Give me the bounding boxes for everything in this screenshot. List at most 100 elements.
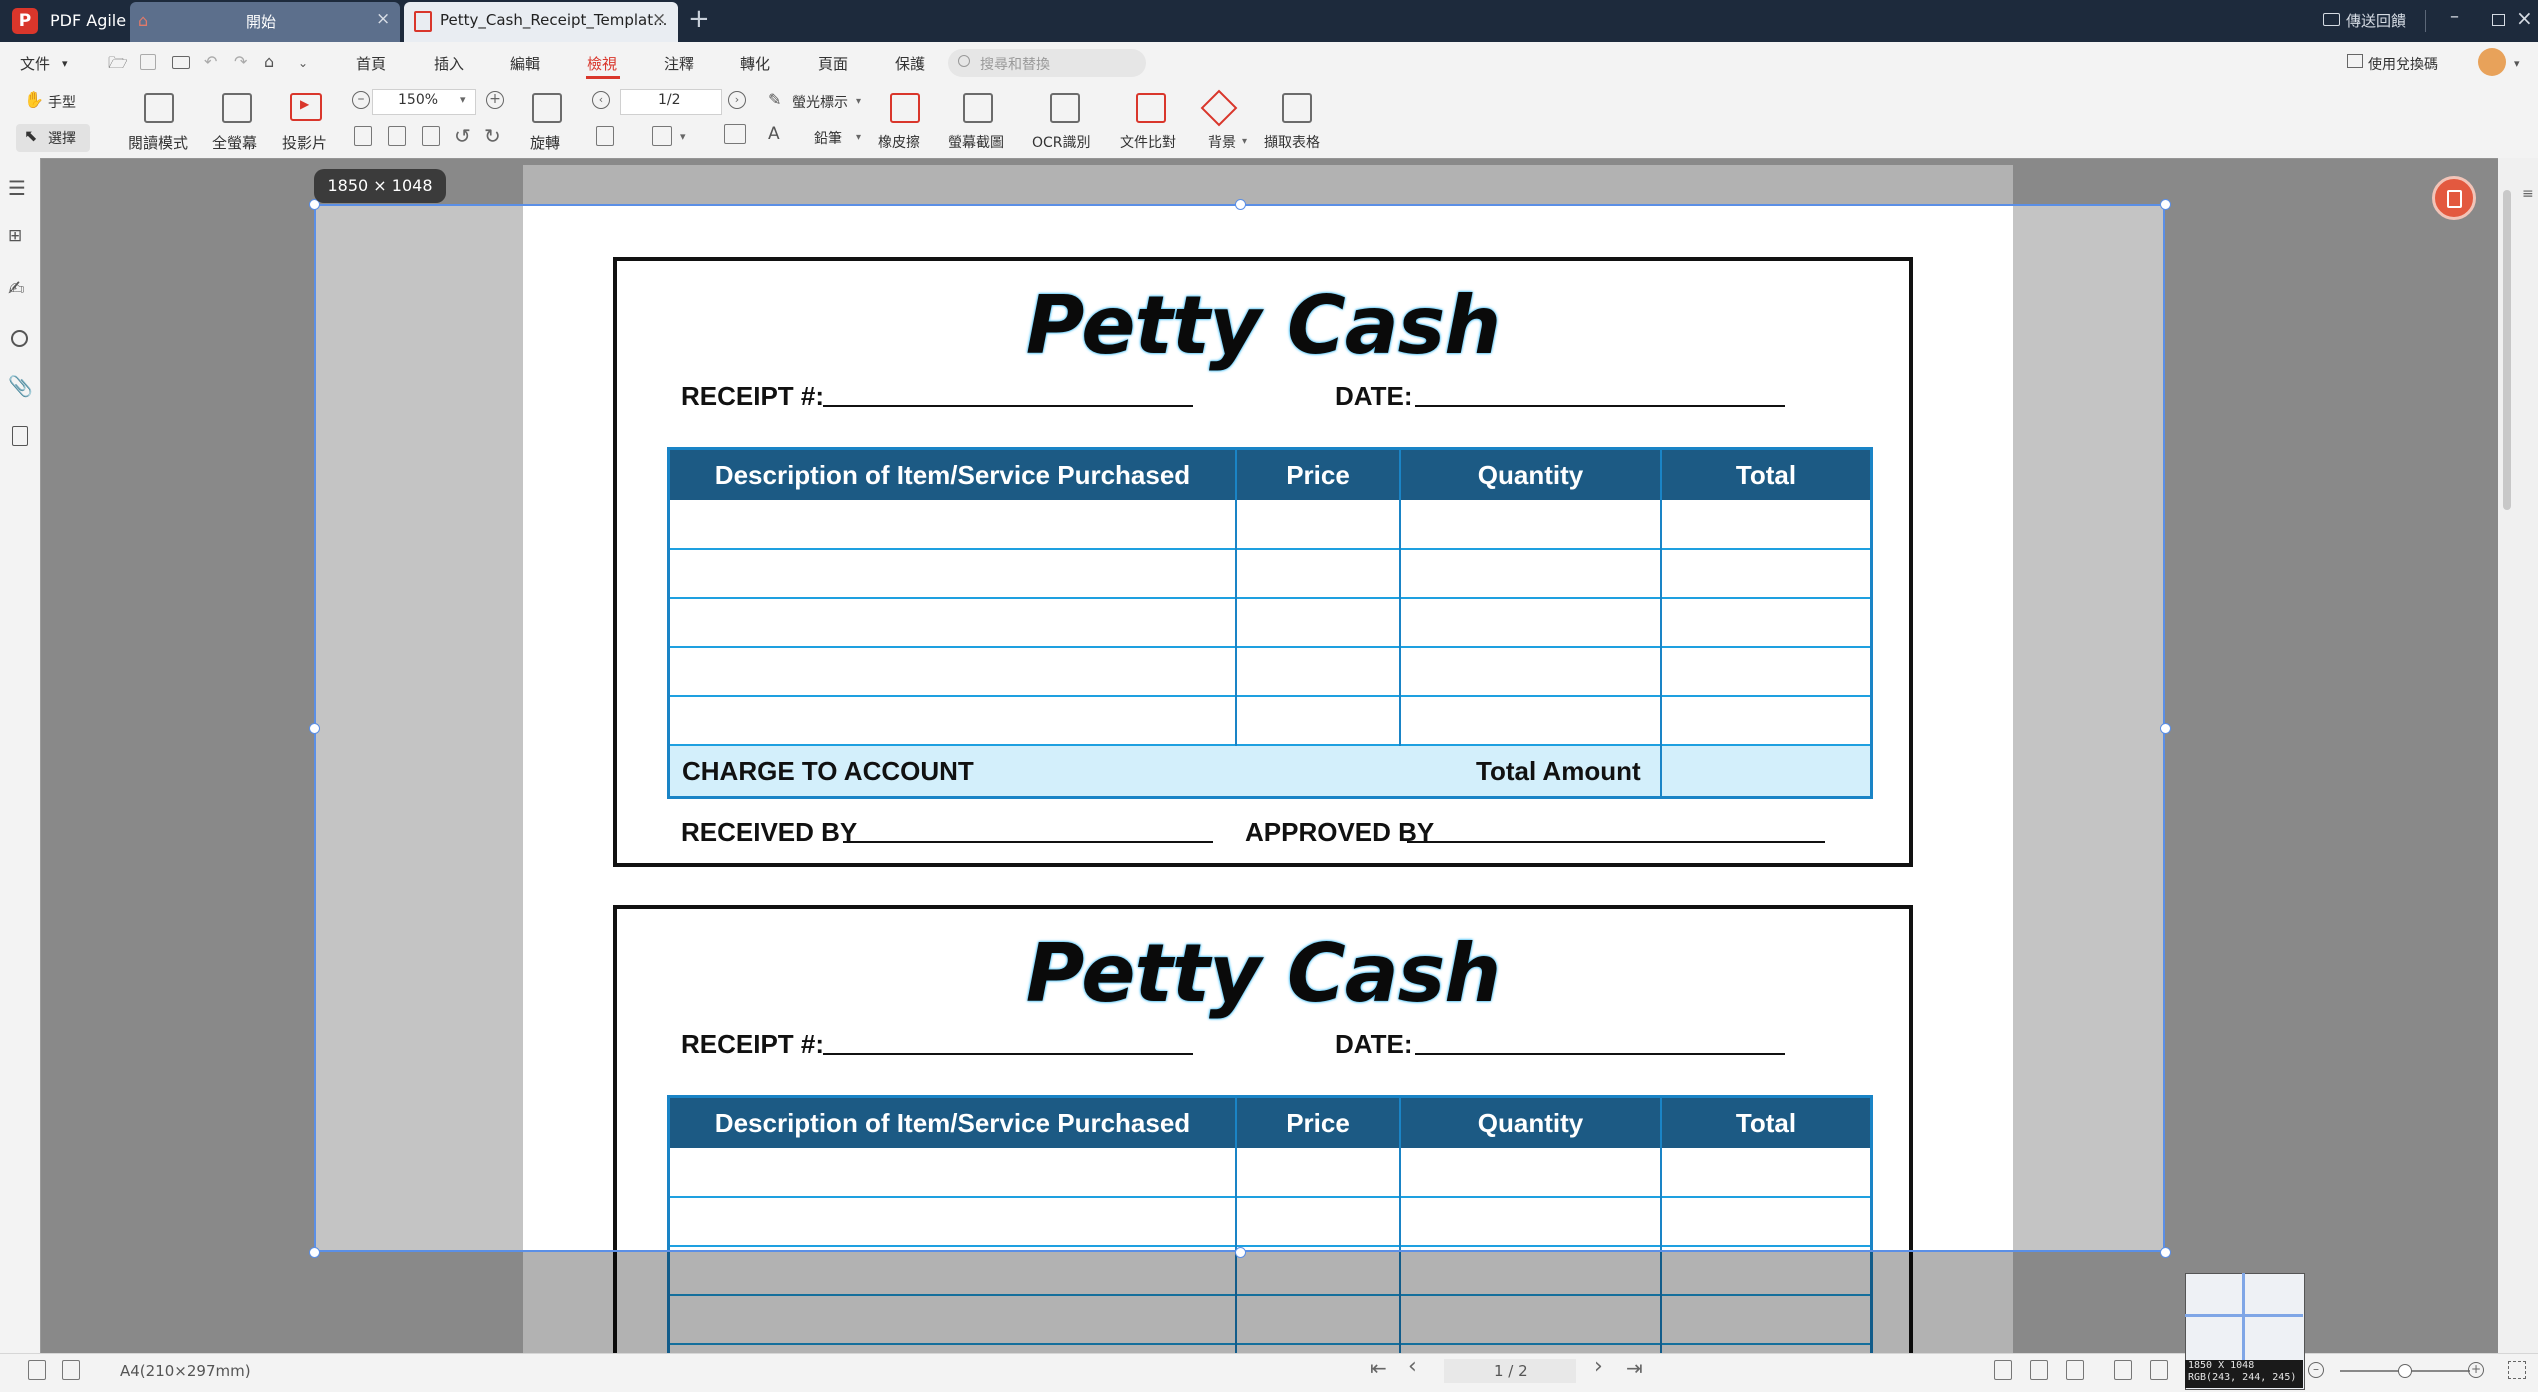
single-page-icon[interactable] (354, 126, 372, 146)
rotate-right-icon[interactable]: ↻ (484, 124, 501, 148)
restore-icon[interactable] (2492, 14, 2505, 26)
menu-convert[interactable]: 轉化 (740, 53, 770, 74)
zoom-slider-thumb[interactable] (2398, 1364, 2412, 1378)
tab-document-close-icon[interactable]: × (652, 9, 666, 29)
view-mode-4-icon[interactable] (2114, 1360, 2132, 1380)
zoom-in-icon[interactable]: + (486, 91, 504, 109)
page-panel-icon[interactable] (28, 1360, 46, 1380)
bookmark-panel-icon[interactable] (62, 1360, 80, 1380)
double-page-icon[interactable] (388, 126, 406, 146)
resize-handle-top[interactable] (1235, 199, 1246, 210)
view-mode-1-icon[interactable] (1994, 1360, 2012, 1380)
first-page-icon[interactable]: ⇤ (1370, 1356, 1387, 1380)
last-page-icon[interactable]: ⇥ (1626, 1356, 1643, 1380)
prev-page-status-icon[interactable]: ‹ (1408, 1354, 1417, 1379)
text-tool-icon[interactable]: A (768, 124, 780, 144)
fit-screen-icon[interactable] (2508, 1361, 2526, 1379)
fullscreen-icon[interactable] (222, 93, 252, 123)
print-icon[interactable] (172, 56, 190, 69)
redo-icon[interactable]: ↷ (234, 52, 247, 71)
continuous-page-icon[interactable] (422, 126, 440, 146)
hand-tool-icon[interactable]: ✋ (24, 90, 44, 109)
menu-protect[interactable]: 保護 (895, 53, 925, 74)
menu-page[interactable]: 頁面 (818, 53, 848, 74)
fullscreen-label[interactable]: 全螢幕 (212, 132, 257, 153)
signature-icon[interactable]: ✍ (8, 276, 25, 300)
background-chevron-icon[interactable]: ▾ (1242, 136, 1247, 147)
menu-home[interactable]: 首頁 (356, 53, 386, 74)
home-nav-icon[interactable]: ⌂ (264, 52, 274, 71)
resize-handle-bottom[interactable] (1235, 1247, 1246, 1258)
page-thumb-icon[interactable] (596, 126, 614, 146)
eraser-icon[interactable] (890, 93, 920, 123)
ocr-icon[interactable] (1050, 93, 1080, 123)
zoom-chevron-icon[interactable]: ▾ (460, 93, 466, 106)
menu-edit[interactable]: 編輯 (510, 53, 540, 74)
thumbnails-icon[interactable]: ⊞ (8, 226, 22, 246)
resize-handle-top-right[interactable] (2160, 199, 2171, 210)
rotate-label[interactable]: 旋轉 (530, 132, 560, 153)
resize-handle-bottom-right[interactable] (2160, 1247, 2171, 1258)
redeem-icon[interactable] (2347, 54, 2363, 68)
document-info-icon[interactable] (12, 426, 28, 446)
rotate-icon[interactable] (532, 93, 562, 123)
resize-handle-bottom-left[interactable] (309, 1247, 320, 1258)
prev-page-icon[interactable]: ‹ (592, 91, 610, 109)
highlight-icon[interactable]: ✎ (768, 90, 781, 109)
chevron-down-icon[interactable]: ▾ (62, 57, 68, 70)
menu-annotate[interactable]: 注釋 (664, 53, 694, 74)
background-label[interactable]: 背景 (1208, 132, 1236, 152)
minimize-icon[interactable]: – (2450, 6, 2459, 27)
extract-table-icon[interactable] (1282, 93, 1312, 123)
capture-selection-area[interactable] (314, 204, 2165, 1252)
redeem-link[interactable]: 使用兌換碼 (2368, 54, 2438, 74)
highlight-label[interactable]: 螢光標示 (792, 92, 848, 112)
screenshot-label[interactable]: 螢幕截圖 (948, 132, 1004, 152)
resize-handle-right[interactable] (2160, 723, 2171, 734)
screenshot-icon[interactable] (963, 93, 993, 123)
resize-handle-left[interactable] (309, 723, 320, 734)
read-mode-label[interactable]: 閱讀模式 (128, 132, 188, 153)
open-folder-icon[interactable]: 🗁 (108, 52, 128, 79)
eraser-label[interactable]: 橡皮擦 (878, 132, 920, 152)
next-page-status-icon[interactable]: › (1594, 1354, 1603, 1379)
feedback-link[interactable]: 傳送回饋 (2346, 10, 2406, 31)
hand-tool-label[interactable]: 手型 (48, 92, 76, 112)
new-tab-icon[interactable]: + (688, 4, 710, 34)
layout-chevron-icon[interactable]: ▾ (680, 130, 686, 143)
status-zoom-in-icon[interactable]: + (2468, 1362, 2484, 1378)
scrollbar-thumb[interactable] (2503, 190, 2511, 510)
tab-start-close-icon[interactable]: × (376, 9, 390, 29)
pencil-chevron-icon[interactable]: ▾ (856, 132, 861, 143)
attachment-icon[interactable]: 📎 (8, 374, 33, 398)
undo-icon[interactable]: ↶ (204, 52, 217, 71)
sidebar-search-icon[interactable] (11, 330, 28, 347)
split-view-icon[interactable] (724, 124, 746, 144)
status-zoom-out-icon[interactable]: – (2308, 1362, 2324, 1378)
extract-table-label[interactable]: 擷取表格 (1264, 132, 1320, 152)
rotate-left-icon[interactable]: ↺ (454, 124, 471, 148)
ocr-label[interactable]: OCR識別 (1032, 132, 1091, 152)
feedback-icon[interactable] (2323, 13, 2340, 26)
zoom-out-icon[interactable]: – (352, 91, 370, 109)
view-mode-3-icon[interactable] (2066, 1360, 2084, 1380)
next-page-icon[interactable]: › (728, 91, 746, 109)
read-mode-icon[interactable] (144, 93, 174, 123)
slideshow-label[interactable]: 投影片 (282, 132, 327, 153)
compare-icon[interactable] (1136, 93, 1166, 123)
view-mode-5-icon[interactable] (2150, 1360, 2168, 1380)
avatar-menu-chevron-icon[interactable]: ▾ (2514, 57, 2520, 70)
customize-icon[interactable]: ⌄ (298, 56, 308, 70)
layout-icon[interactable] (652, 126, 672, 146)
compare-label[interactable]: 文件比對 (1120, 132, 1176, 152)
avatar[interactable] (2478, 48, 2506, 76)
menu-view[interactable]: 檢視 (587, 53, 617, 74)
highlight-chevron-icon[interactable]: ▾ (856, 96, 861, 107)
menu-lines-icon[interactable]: ☰ (8, 176, 26, 200)
right-panel-toggle-icon[interactable]: ≡ (2522, 186, 2534, 202)
close-window-icon[interactable]: × (2516, 6, 2533, 30)
save-icon[interactable] (140, 54, 156, 70)
view-mode-2-icon[interactable] (2030, 1360, 2048, 1380)
menu-file[interactable]: 文件 (20, 53, 50, 74)
pencil-label[interactable]: 鉛筆 (814, 128, 842, 148)
